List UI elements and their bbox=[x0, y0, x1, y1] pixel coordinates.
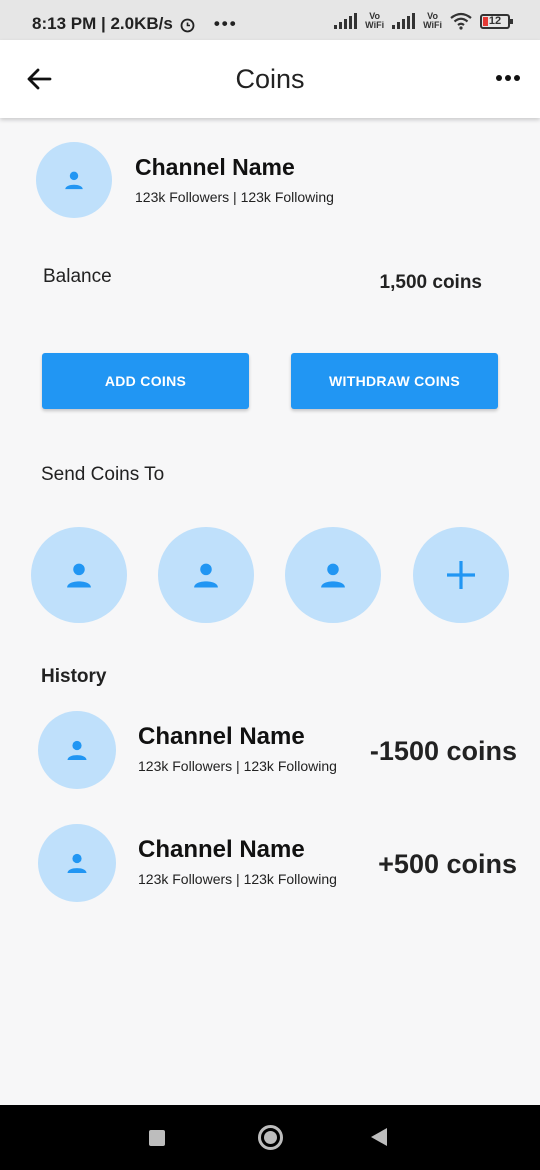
status-bar: 8:13 PM | 2.0KB/s ••• Vo WiFi Vo WiFi 12 bbox=[0, 0, 540, 40]
send-coins-title: Send Coins To bbox=[41, 464, 165, 485]
more-notifications-icon: ••• bbox=[213, 14, 238, 33]
person-icon bbox=[321, 563, 345, 588]
status-left: 8:13 PM | 2.0KB/s ••• bbox=[32, 14, 238, 34]
overflow-menu-icon[interactable] bbox=[496, 75, 520, 81]
recipient-avatar[interactable] bbox=[31, 527, 127, 623]
add-recipient-button[interactable] bbox=[413, 527, 509, 623]
history-item-stats: 123k Followers | 123k Following bbox=[138, 758, 337, 774]
system-nav-bar bbox=[0, 1105, 540, 1170]
person-icon bbox=[194, 563, 218, 588]
recipient-avatar[interactable] bbox=[158, 527, 254, 623]
add-coins-button[interactable]: ADD COINS bbox=[42, 353, 249, 409]
signal-icon bbox=[392, 13, 416, 29]
history-item-name: Channel Name bbox=[138, 836, 305, 863]
person-icon bbox=[67, 853, 87, 873]
profile-name: Channel Name bbox=[135, 154, 295, 180]
person-icon bbox=[67, 563, 91, 588]
battery-icon: 12 bbox=[480, 13, 513, 29]
history-avatar bbox=[38, 711, 116, 789]
alarm-icon bbox=[180, 18, 195, 32]
plus-icon bbox=[447, 561, 475, 589]
wifi-icon bbox=[450, 12, 472, 30]
balance-label: Balance bbox=[43, 266, 112, 287]
history-item-stats: 123k Followers | 123k Following bbox=[138, 871, 337, 887]
nav-back-icon[interactable] bbox=[371, 1128, 387, 1146]
history-item-amount: +500 coins bbox=[378, 849, 517, 879]
profile-stats: 123k Followers | 123k Following bbox=[135, 189, 334, 205]
app-bar: Coins bbox=[0, 40, 540, 118]
recipient-avatar[interactable] bbox=[285, 527, 381, 623]
history-item-name: Channel Name bbox=[138, 723, 305, 750]
home-icon[interactable] bbox=[258, 1125, 283, 1150]
recents-icon[interactable] bbox=[149, 1130, 165, 1146]
signal-icon bbox=[334, 13, 358, 29]
profile-avatar bbox=[36, 142, 112, 218]
person-icon bbox=[65, 171, 83, 190]
balance-value: 1,500 coins bbox=[379, 272, 482, 293]
history-title: History bbox=[41, 666, 107, 687]
vowifi-icon: Vo WiFi bbox=[365, 11, 385, 30]
withdraw-coins-button[interactable]: WITHDRAW COINS bbox=[291, 353, 498, 409]
page-title: Coins bbox=[235, 64, 305, 94]
status-right: Vo WiFi Vo WiFi 12 bbox=[334, 11, 513, 30]
history-avatar bbox=[38, 824, 116, 902]
history-item-amount: -1500 coins bbox=[369, 736, 517, 766]
status-time-speed: 8:13 PM | 2.0KB/s bbox=[32, 14, 173, 33]
vowifi-icon: Vo WiFi bbox=[423, 11, 442, 30]
person-icon bbox=[67, 740, 87, 760]
